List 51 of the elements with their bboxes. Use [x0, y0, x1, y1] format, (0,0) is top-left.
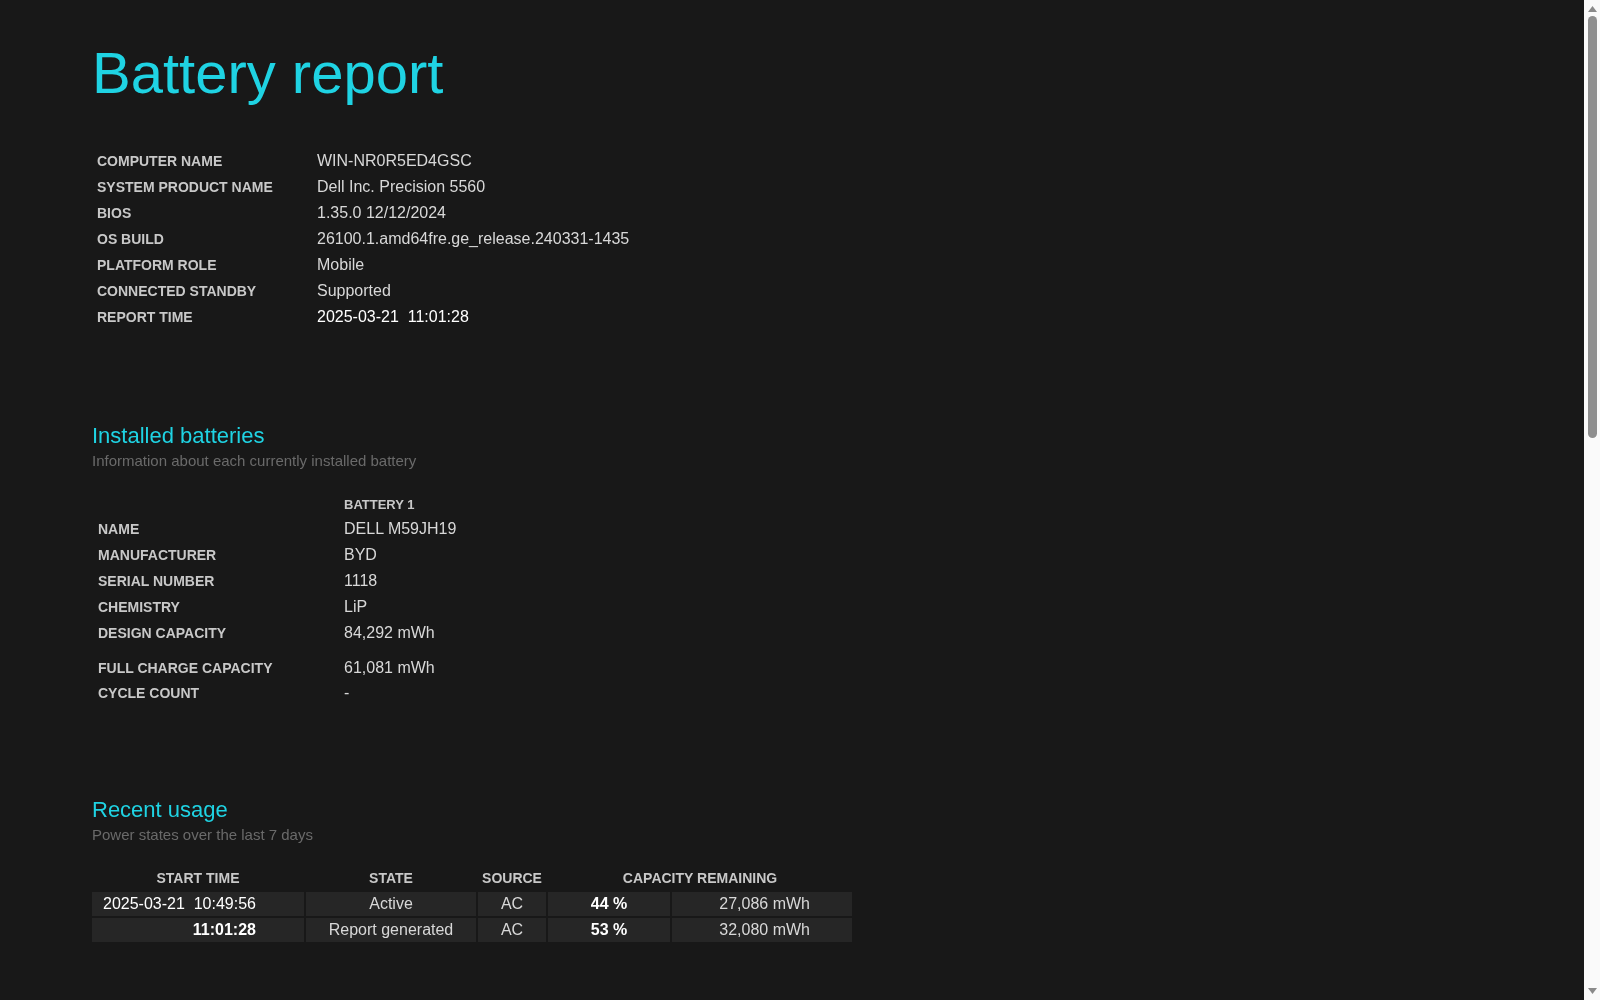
- column-header: BATTERY 1: [344, 497, 415, 512]
- battery-label: NAME: [98, 521, 140, 537]
- column-header: START TIME: [156, 870, 240, 886]
- info-label: PLATFORM ROLE: [97, 257, 217, 273]
- table-cell: 27,086 mWh: [672, 892, 852, 916]
- battery-label: CHEMISTRY: [98, 599, 180, 615]
- scroll-up-icon[interactable]: [1587, 6, 1597, 12]
- battery-value: DELL M59JH19: [344, 520, 457, 537]
- column-header: CAPACITY REMAINING: [622, 870, 778, 886]
- section-heading: Installed batteries: [92, 422, 265, 450]
- table-cell: Report generated: [306, 918, 476, 942]
- battery-label: FULL CHARGE CAPACITY: [98, 660, 273, 676]
- scrollbar-thumb[interactable]: [1587, 16, 1597, 438]
- battery-value: 84,292 mWh: [344, 624, 435, 641]
- battery-label: DESIGN CAPACITY: [98, 625, 227, 641]
- battery-value: -: [344, 684, 350, 701]
- column-header: SOURCE: [482, 870, 542, 886]
- table-cell: Active: [306, 892, 476, 916]
- battery-label: SERIAL NUMBER: [98, 573, 215, 589]
- battery-label: MANUFACTURER: [98, 547, 217, 563]
- info-value: 2025-03-21 11:01:28: [317, 308, 469, 325]
- info-label: CONNECTED STANDBY: [97, 283, 257, 299]
- table-cell: 32,080 mWh: [672, 918, 852, 942]
- column-header: STATE: [369, 870, 413, 886]
- scrollbar[interactable]: [1584, 0, 1600, 1000]
- section-heading: Recent usage: [92, 796, 228, 824]
- table-cell: 44 %: [548, 892, 670, 916]
- battery-value: 61,081 mWh: [344, 659, 435, 676]
- info-label: REPORT TIME: [97, 309, 193, 325]
- table-cell: 11:01:28: [92, 918, 304, 942]
- table-cell: AC: [478, 892, 546, 916]
- info-value: Supported: [317, 282, 391, 299]
- info-value: WIN-NR0R5ED4GSC: [317, 152, 472, 169]
- battery-value: BYD: [344, 546, 377, 563]
- info-value: 26100.1.amd64fre.ge_release.240331-1435: [317, 230, 630, 247]
- table-cell: AC: [478, 918, 546, 942]
- scroll-down-icon[interactable]: [1587, 988, 1597, 994]
- table-cell: 2025-03-21 10:49:56: [92, 892, 304, 916]
- info-label: OS BUILD: [97, 231, 164, 247]
- info-value: 1.35.0 12/12/2024: [317, 204, 446, 221]
- info-label: BIOS: [97, 205, 132, 221]
- section-subtitle: Information about each currently installed battery: [92, 450, 417, 471]
- battery-value: 1118: [344, 572, 378, 589]
- battery-label: CYCLE COUNT: [98, 685, 200, 701]
- info-label: SYSTEM PRODUCT NAME: [97, 179, 273, 195]
- info-value: Dell Inc. Precision 5560: [317, 178, 486, 195]
- info-value: Mobile: [317, 256, 365, 273]
- table-cell: 53 %: [548, 918, 670, 942]
- info-label: COMPUTER NAME: [97, 153, 223, 169]
- battery-value: LiP: [344, 598, 368, 615]
- section-subtitle: Power states over the last 7 days: [92, 824, 313, 845]
